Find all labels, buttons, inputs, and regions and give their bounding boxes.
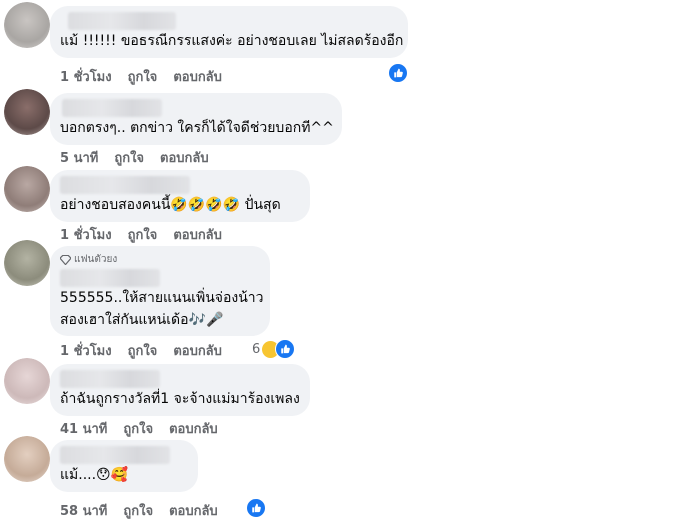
comment-text: แม้ !!!!!! ขอธรณีกรรแสงค่ะ อย่างชอบเลย ไ…	[60, 33, 404, 49]
comment-text: แม้....😯🥰	[60, 467, 129, 483]
avatar[interactable]	[4, 2, 50, 48]
comment-text: ถ้าฉันถูกรางวัลที่1 จะจ้างแม่มาร้องเพลง	[60, 391, 300, 407]
avatar[interactable]	[4, 240, 50, 286]
author-name[interactable]	[60, 446, 170, 464]
reaction-summary[interactable]: 6	[252, 339, 296, 359]
comment-actions: 1 ชั่วโมง ถูกใจ ตอบกลับ	[60, 224, 238, 245]
like-link[interactable]: ถูกใจ	[128, 224, 158, 245]
comment-actions: 1 ชั่วโมง ถูกใจ ตอบกลับ	[60, 66, 238, 87]
reply-link[interactable]: ตอบกลับ	[173, 340, 222, 361]
comment-bubble: ถ้าฉันถูกรางวัลที่1 จะจ้างแม่มาร้องเพลง	[50, 364, 310, 416]
badge-label: แฟนตัวยง	[74, 254, 118, 265]
like-link[interactable]: ถูกใจ	[123, 500, 153, 521]
timestamp[interactable]: 5 นาที	[60, 147, 98, 168]
like-icon[interactable]	[246, 498, 266, 518]
avatar[interactable]	[4, 166, 50, 212]
like-link[interactable]: ถูกใจ	[123, 418, 153, 439]
reply-link[interactable]: ตอบกลับ	[173, 66, 222, 87]
timestamp[interactable]: 58 นาที	[60, 500, 107, 521]
avatar[interactable]	[4, 89, 50, 135]
like-icon[interactable]	[388, 63, 408, 83]
reply-link[interactable]: ตอบกลับ	[160, 147, 209, 168]
author-name[interactable]	[60, 176, 190, 194]
comment-bubble: แม้ !!!!!! ขอธรณีกรรแสงค่ะ อย่างชอบเลย ไ…	[50, 6, 408, 58]
author-name[interactable]	[68, 12, 176, 30]
like-link[interactable]: ถูกใจ	[128, 340, 158, 361]
timestamp[interactable]: 41 นาที	[60, 418, 107, 439]
comment-bubble: อย่างชอบสองคนนี้🤣🤣🤣🤣 ปั่นสุด	[50, 170, 310, 222]
avatar[interactable]	[4, 358, 50, 404]
comment-text: บอกตรงๆ.. ตกข่าว ใครก็ได้ใจดีช่วยบอกที^^	[60, 120, 334, 136]
comment-text-line-1: 555555..ให้สายแนนเพิ่นจ่องน้าว	[60, 290, 264, 306]
author-name[interactable]	[62, 99, 162, 117]
avatar[interactable]	[4, 436, 50, 482]
timestamp[interactable]: 1 ชั่วโมง	[60, 224, 112, 245]
author-name[interactable]	[60, 370, 160, 388]
comment-text-line-2: สองเฮาใส่กันแหน่เด้อ🎶🎤	[60, 312, 224, 328]
comment-bubble: แฟนตัวยง 555555..ให้สายแนนเพิ่นจ่องน้าว …	[50, 246, 270, 336]
comment-actions: 1 ชั่วโมง ถูกใจ ตอบกลับ	[60, 340, 238, 361]
reply-link[interactable]: ตอบกลับ	[169, 418, 218, 439]
like-link[interactable]: ถูกใจ	[128, 66, 158, 87]
comment-bubble: บอกตรงๆ.. ตกข่าว ใครก็ได้ใจดีช่วยบอกที^^	[50, 93, 342, 145]
comment-actions: 5 นาที ถูกใจ ตอบกลับ	[60, 147, 225, 168]
reply-link[interactable]: ตอบกลับ	[173, 224, 222, 245]
comment-actions: 41 นาที ถูกใจ ตอบกลับ	[60, 418, 234, 439]
comment-actions: 58 นาที ถูกใจ ตอบกลับ	[60, 500, 234, 521]
comment-text: อย่างชอบสองคนนี้🤣🤣🤣🤣 ปั่นสุด	[60, 197, 281, 213]
timestamp[interactable]: 1 ชั่วโมง	[60, 340, 112, 361]
reaction-count: 6	[252, 341, 261, 357]
comment-bubble: แม้....😯🥰	[50, 440, 198, 492]
timestamp[interactable]: 1 ชั่วโมง	[60, 66, 112, 87]
top-fan-badge: แฟนตัวยง	[60, 252, 258, 267]
like-icon	[275, 339, 296, 359]
diamond-icon	[60, 254, 71, 265]
like-link[interactable]: ถูกใจ	[114, 147, 144, 168]
author-name[interactable]	[60, 269, 160, 287]
reply-link[interactable]: ตอบกลับ	[169, 500, 218, 521]
